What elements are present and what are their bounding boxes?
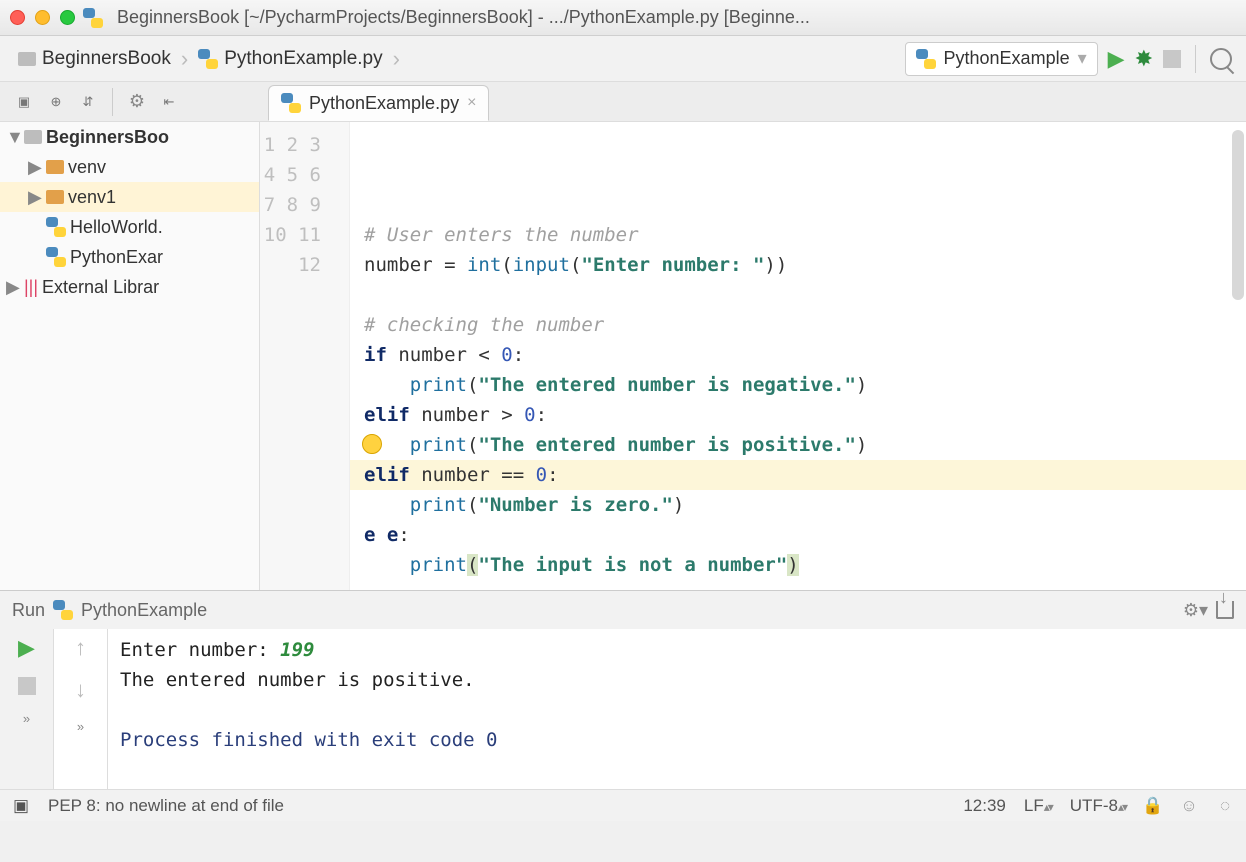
scroll-from-source-button[interactable]: ▣ xyxy=(12,90,36,114)
titlebar: BeginnersBook [~/PycharmProjects/Beginne… xyxy=(0,0,1246,36)
expand-toggle-icon[interactable]: ▶ xyxy=(28,187,42,208)
tree-item[interactable]: HelloWorld. xyxy=(0,212,259,242)
breadcrumb[interactable]: BeginnersBook › PythonExample.py › xyxy=(14,46,406,72)
folder-icon xyxy=(24,130,42,144)
window-title: BeginnersBook [~/PycharmProjects/Beginne… xyxy=(117,7,1236,28)
locate-button[interactable]: ⊕ xyxy=(44,90,68,114)
code-editor[interactable]: 1 2 3 4 5 6 7 8 9 10 11 12 # User enters… xyxy=(260,122,1246,590)
tree-item[interactable]: ▶ venv1 xyxy=(0,182,259,212)
feedback-icon[interactable]: ◌ xyxy=(1216,797,1234,815)
editor-code-area[interactable]: # User enters the number number = int(in… xyxy=(350,122,1246,590)
folder-icon xyxy=(18,52,36,66)
export-button[interactable] xyxy=(1216,601,1234,619)
close-tab-button[interactable]: × xyxy=(467,94,476,112)
run-button[interactable]: ▶ xyxy=(1108,46,1125,72)
status-message: PEP 8: no newline at end of file xyxy=(48,796,284,816)
run-action-column: ▶ » xyxy=(0,629,54,789)
python-file-icon xyxy=(916,49,936,69)
tab-label: PythonExample.py xyxy=(309,93,459,114)
rerun-button[interactable]: ▶ xyxy=(18,635,35,661)
down-arrow-button[interactable]: ↓ xyxy=(75,677,86,703)
breadcrumb-project[interactable]: BeginnersBook xyxy=(14,48,175,70)
folder-icon xyxy=(46,160,64,174)
project-toolbar: ▣ ⊕ ⇵ ⚙ ⇤ xyxy=(0,88,260,116)
tree-root[interactable]: ▼ BeginnersBoo xyxy=(0,122,259,152)
chevron-right-icon: › xyxy=(175,46,194,72)
zoom-window-button[interactable] xyxy=(60,10,75,25)
chevron-down-icon: ▾ xyxy=(1078,48,1087,69)
tree-root-label: BeginnersBoo xyxy=(46,127,169,148)
console-exit-line: Process finished with exit code 0 xyxy=(120,729,498,751)
app-icon xyxy=(83,8,103,28)
more-nav-button[interactable]: » xyxy=(77,719,84,734)
breadcrumb-project-label: BeginnersBook xyxy=(42,48,171,70)
tree-item-label: venv1 xyxy=(68,187,116,208)
minimize-window-button[interactable] xyxy=(35,10,50,25)
lock-icon[interactable]: 🔒 xyxy=(1144,797,1162,815)
window-controls xyxy=(10,10,75,25)
tree-item[interactable]: ▶ venv xyxy=(0,152,259,182)
tree-item[interactable]: PythonExar xyxy=(0,242,259,272)
run-nav-column: ↑ ↓ » xyxy=(54,629,108,789)
tree-item-label: venv xyxy=(68,157,106,178)
close-window-button[interactable] xyxy=(10,10,25,25)
cursor-position[interactable]: 12:39 xyxy=(963,796,1006,816)
settings-button[interactable]: ⚙ xyxy=(125,90,149,114)
line-separator-selector[interactable]: LF▴▾ xyxy=(1024,796,1052,816)
console-prompt: Enter number: xyxy=(120,639,280,661)
run-toolbar: PythonExample ▾ ▶ ✸ xyxy=(905,42,1232,76)
console-output-line: The entered number is positive. xyxy=(120,669,475,691)
python-file-icon xyxy=(46,217,66,237)
debug-button[interactable]: ✸ xyxy=(1135,46,1153,72)
separator xyxy=(112,88,113,116)
run-panel-config: PythonExample xyxy=(81,600,207,621)
stop-button[interactable] xyxy=(1163,50,1181,68)
expand-toggle-icon[interactable]: ▼ xyxy=(6,127,20,148)
breadcrumb-file[interactable]: PythonExample.py xyxy=(194,48,386,70)
separator xyxy=(1195,45,1196,73)
project-tree[interactable]: ▼ BeginnersBoo ▶ venv ▶ venv1 HelloWorld… xyxy=(0,122,260,590)
editor-gutter[interactable]: 1 2 3 4 5 6 7 8 9 10 11 12 xyxy=(260,122,350,590)
status-bar: ▣ PEP 8: no newline at end of file 12:39… xyxy=(0,789,1246,821)
up-arrow-button[interactable]: ↑ xyxy=(75,635,86,661)
tree-item-label: HelloWorld. xyxy=(70,217,163,238)
flatten-packages-button[interactable]: ⇵ xyxy=(76,90,100,114)
run-panel-title: Run xyxy=(12,600,45,621)
run-config-label: PythonExample xyxy=(944,48,1070,69)
tool-window-toggle-button[interactable]: ▣ xyxy=(12,797,30,815)
console-user-input: 199 xyxy=(280,639,314,661)
python-file-icon xyxy=(198,49,218,69)
libraries-icon: ||| xyxy=(24,277,38,298)
editor-tab-active[interactable]: PythonExample.py × xyxy=(268,85,489,121)
tree-external-label: External Librar xyxy=(42,277,159,298)
chevron-right-icon: › xyxy=(387,46,406,72)
tree-item-label: PythonExar xyxy=(70,247,163,268)
expand-toggle-icon[interactable]: ▶ xyxy=(6,277,20,298)
collapse-all-button[interactable]: ⇤ xyxy=(157,90,181,114)
inspector-icon[interactable]: ☺ xyxy=(1180,797,1198,815)
tree-external-libraries[interactable]: ▶ ||| External Librar xyxy=(0,272,259,302)
more-actions-button[interactable]: » xyxy=(23,711,30,726)
editor-tabs: PythonExample.py × xyxy=(260,82,489,121)
toolbar: ▣ ⊕ ⇵ ⚙ ⇤ PythonExample.py × xyxy=(0,82,1246,122)
main-split: ▼ BeginnersBoo ▶ venv ▶ venv1 HelloWorld… xyxy=(0,122,1246,590)
folder-icon xyxy=(46,190,64,204)
python-file-icon xyxy=(53,600,73,620)
encoding-selector[interactable]: UTF-8▴▾ xyxy=(1070,796,1126,816)
navigation-bar: BeginnersBook › PythonExample.py › Pytho… xyxy=(0,36,1246,82)
search-everywhere-button[interactable] xyxy=(1210,48,1232,70)
expand-toggle-icon[interactable]: ▶ xyxy=(28,157,42,178)
stop-process-button[interactable] xyxy=(18,677,36,695)
python-file-icon xyxy=(46,247,66,267)
run-config-selector[interactable]: PythonExample ▾ xyxy=(905,42,1098,76)
breadcrumb-file-label: PythonExample.py xyxy=(224,48,382,70)
python-file-icon xyxy=(281,93,301,113)
